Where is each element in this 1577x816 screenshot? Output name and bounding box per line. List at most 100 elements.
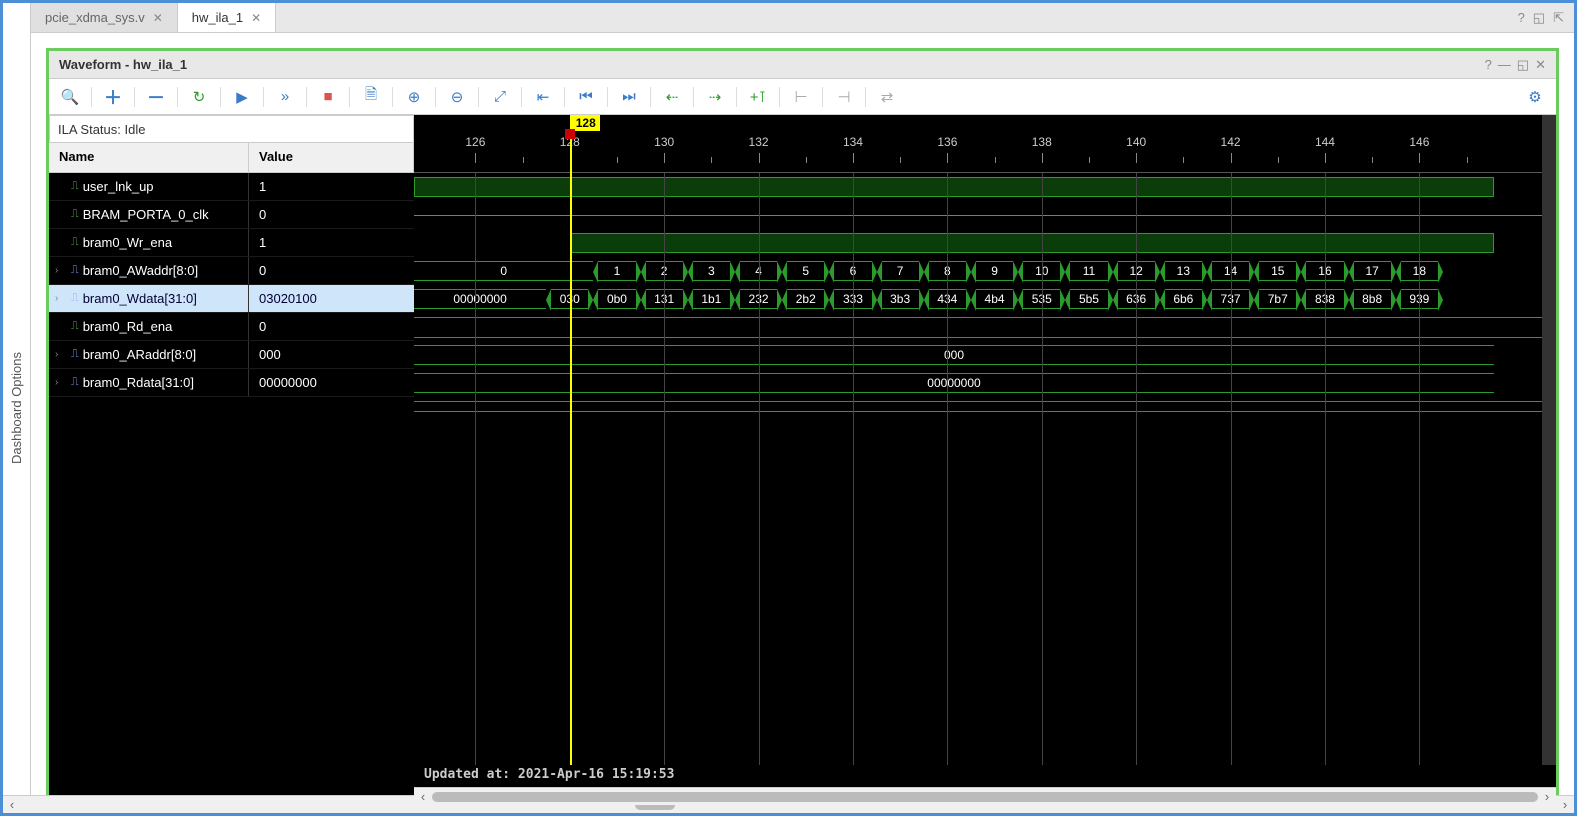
signal-type-icon: ⎍: [71, 264, 79, 277]
bus-segment: 0b0: [598, 289, 635, 309]
signal-name-cell[interactable]: ⎍bram0_Rd_ena: [49, 313, 249, 340]
signal-type-icon: ⎍: [71, 320, 79, 333]
add-icon[interactable]: ＋: [100, 84, 126, 110]
bus-segment: 2b2: [787, 289, 824, 309]
dashboard-options-tab[interactable]: Dashboard Options: [3, 3, 31, 813]
waveform-lane[interactable]: [414, 201, 1556, 229]
bus-segment: 1: [598, 261, 635, 281]
swap-cursors-icon[interactable]: ⇄: [874, 84, 900, 110]
column-header-name[interactable]: Name: [49, 143, 249, 172]
ruler-tick-label: 142: [1221, 135, 1241, 149]
bus-segment: 9: [976, 261, 1013, 281]
signal-name-cell[interactable]: ⎍BRAM_PORTA_0_clk: [49, 201, 249, 228]
signal-value-cell: 03020100: [249, 285, 414, 312]
run-icon[interactable]: ▶: [229, 84, 255, 110]
cursor-marker-icon[interactable]: [565, 129, 575, 139]
waveform-lane[interactable]: [414, 313, 1556, 341]
zoom-fit-icon[interactable]: ⤢: [487, 84, 513, 110]
signal-value-cell: 000: [249, 341, 414, 368]
signal-row[interactable]: ›⎍bram0_AWaddr[8:0]0: [49, 257, 414, 285]
signal-row[interactable]: ›⎍bram0_Wdata[31:0]03020100: [49, 285, 414, 313]
zoom-in-icon[interactable]: ⊕: [401, 84, 427, 110]
ruler-tick-label: 138: [1032, 135, 1052, 149]
signal-value-cell: 0: [249, 313, 414, 340]
signal-name-cell[interactable]: ⎍user_lnk_up: [49, 173, 249, 200]
ruler-tick-label: 136: [937, 135, 957, 149]
help-icon[interactable]: ?: [1485, 57, 1492, 73]
expand-icon[interactable]: ›: [55, 377, 67, 388]
minimize-icon[interactable]: —: [1498, 57, 1511, 73]
signal-name-cell[interactable]: ›⎍bram0_Wdata[31:0]: [49, 285, 249, 312]
last-icon[interactable]: ⏭: [616, 84, 642, 110]
signal-value-cell: 0: [249, 201, 414, 228]
expand-icon[interactable]: ›: [55, 293, 67, 304]
tab-label: pcie_xdma_sys.v: [45, 10, 145, 25]
next-transition-icon[interactable]: ⇢: [702, 84, 728, 110]
bus-segment: 11: [1070, 261, 1107, 281]
signal-row[interactable]: ⎍BRAM_PORTA_0_clk0: [49, 201, 414, 229]
settings-icon[interactable]: ⚙: [1522, 84, 1548, 110]
signal-name-label: bram0_AWaddr[8:0]: [83, 263, 198, 278]
close-icon[interactable]: ✕: [1535, 57, 1546, 73]
tab-hw-ila[interactable]: hw_ila_1 ✕: [178, 3, 276, 32]
prev-marker-icon[interactable]: ⊢: [788, 84, 814, 110]
remove-icon[interactable]: －: [143, 84, 169, 110]
waveform-canvas[interactable]: 128 126128130132134136138140142144146 01…: [414, 115, 1556, 805]
vertical-scrollbar[interactable]: [1542, 115, 1556, 765]
signal-row[interactable]: ›⎍bram0_Rdata[31:0]00000000: [49, 369, 414, 397]
waveform-lane[interactable]: 00000000: [414, 369, 1556, 397]
bus-segment: 00000000: [414, 373, 1494, 393]
zoom-out-icon[interactable]: ⊖: [444, 84, 470, 110]
cursor-line[interactable]: [570, 115, 572, 765]
search-icon[interactable]: 🔍: [57, 84, 83, 110]
stop-icon[interactable]: ■: [315, 84, 341, 110]
close-icon[interactable]: ✕: [251, 11, 261, 25]
signal-name-cell[interactable]: ›⎍bram0_ARaddr[8:0]: [49, 341, 249, 368]
chevron-right-icon[interactable]: ›: [1538, 789, 1556, 804]
signal-name-cell[interactable]: › ⎍ bram0_AWaddr[8:0]: [49, 257, 249, 284]
time-ruler[interactable]: 126128130132134136138140142144146: [414, 129, 1556, 173]
maximize-icon[interactable]: ◱: [1517, 57, 1529, 73]
bus-segment: 3b3: [882, 289, 919, 309]
chevron-left-icon[interactable]: ‹: [414, 789, 432, 804]
export-icon[interactable]: 🗎: [358, 84, 384, 110]
retrigger-icon[interactable]: ↻: [186, 84, 212, 110]
tab-label: hw_ila_1: [192, 10, 243, 25]
popout-icon[interactable]: ⇱: [1553, 10, 1564, 26]
column-header-value[interactable]: Value: [249, 143, 414, 172]
tab-pcie-xdma[interactable]: pcie_xdma_sys.v ✕: [31, 3, 178, 32]
signal-name-cell[interactable]: ›⎍bram0_Rdata[31:0]: [49, 369, 249, 396]
waveform-lane[interactable]: [414, 397, 1556, 425]
waveform-lane[interactable]: 0123456789101112131415161718: [414, 257, 1556, 285]
maximize-icon[interactable]: ◱: [1533, 10, 1545, 26]
waveform-panel: Waveform - hw_ila_1 ? — ◱ ✕ 🔍 ＋ － ↻ ▶: [46, 48, 1559, 808]
bus-segment: 7: [882, 261, 919, 281]
signal-row[interactable]: ⎍bram0_Wr_ena1: [49, 229, 414, 257]
waveform-lane[interactable]: 000000000300b01311b12322b23333b34344b453…: [414, 285, 1556, 313]
wave-hscroll[interactable]: ‹ ›: [414, 787, 1556, 805]
next-marker-icon[interactable]: ⊣: [831, 84, 857, 110]
expand-icon[interactable]: ›: [55, 265, 67, 276]
signal-row[interactable]: ⎍user_lnk_up1: [49, 173, 414, 201]
run-all-icon[interactable]: »: [272, 84, 298, 110]
goto-cursor-icon[interactable]: ⇤: [530, 84, 556, 110]
bus-segment: 5: [787, 261, 824, 281]
signal-name-cell[interactable]: ⎍bram0_Wr_ena: [49, 229, 249, 256]
signal-type-icon: ⎍: [71, 208, 79, 221]
waveform-lane[interactable]: [414, 173, 1556, 201]
bus-segment: 000: [414, 345, 1494, 365]
bus-segment: 1b1: [693, 289, 730, 309]
close-icon[interactable]: ✕: [153, 11, 163, 25]
prev-transition-icon[interactable]: ⇠: [659, 84, 685, 110]
waveform-lane[interactable]: [414, 229, 1556, 257]
first-icon[interactable]: ⏮: [573, 84, 599, 110]
help-icon[interactable]: ?: [1518, 10, 1525, 25]
signal-type-icon: ⎍: [71, 376, 79, 389]
signal-row[interactable]: ›⎍bram0_ARaddr[8:0]000: [49, 341, 414, 369]
ruler-tick-label: 130: [654, 135, 674, 149]
expand-icon[interactable]: ›: [55, 349, 67, 360]
add-marker-icon[interactable]: +⊺: [745, 84, 771, 110]
signal-row[interactable]: ⎍bram0_Rd_ena0: [49, 313, 414, 341]
signal-name-label: bram0_ARaddr[8:0]: [83, 347, 196, 362]
waveform-lane[interactable]: 000: [414, 341, 1556, 369]
